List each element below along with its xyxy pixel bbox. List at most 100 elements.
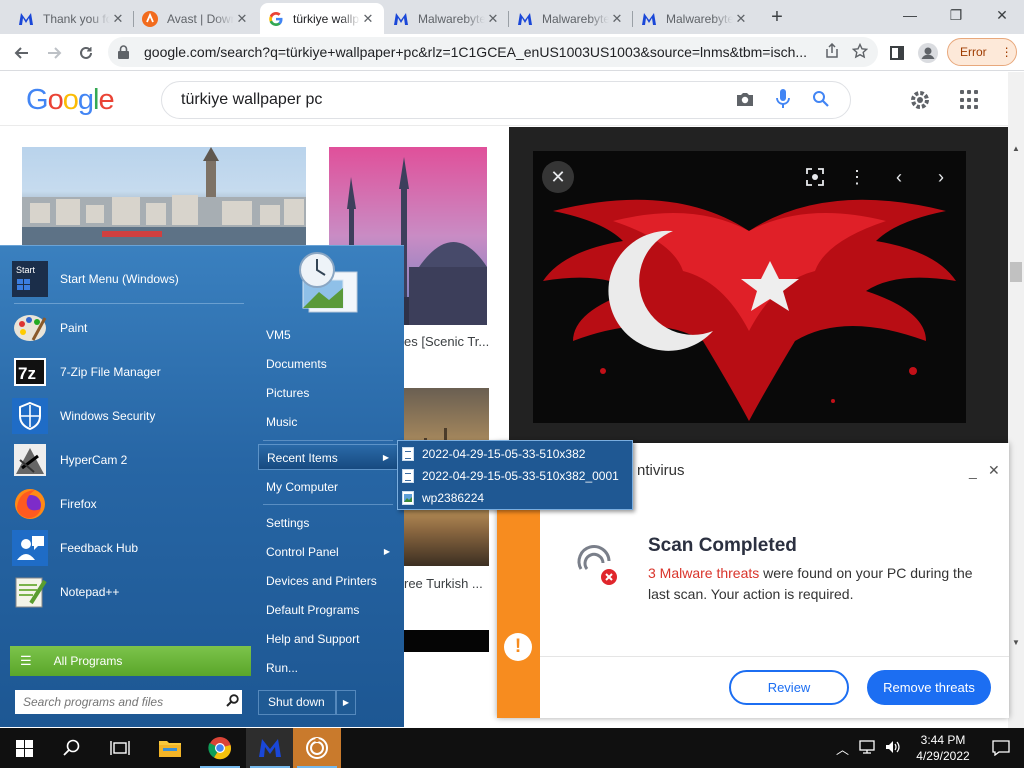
start-search-box[interactable]: [15, 690, 242, 714]
all-programs-button[interactable]: ☰ All Programs: [10, 646, 251, 676]
user-folder-link[interactable]: VM5: [258, 322, 398, 348]
recent-item[interactable]: wp2386224: [402, 487, 630, 509]
popup-close-button[interactable]: ✕: [988, 462, 1000, 479]
side-panel-button[interactable]: [883, 39, 911, 67]
reload-button[interactable]: [72, 39, 100, 67]
start-search-input[interactable]: [23, 695, 222, 709]
notification-icon: [992, 740, 1010, 756]
program-windows-security[interactable]: Windows Security: [12, 396, 244, 436]
user-picture-icon[interactable]: [295, 250, 361, 316]
microphone-icon[interactable]: [776, 88, 790, 112]
7zip-icon: 7z: [12, 354, 48, 390]
submenu-arrow-icon: ▶: [383, 547, 390, 556]
malwarebytes-taskbar-button[interactable]: [246, 728, 294, 768]
browser-tab[interactable]: Malwarebytes ✕: [509, 3, 633, 34]
bookmark-star-icon[interactable]: [851, 42, 869, 62]
result-image[interactable]: [404, 630, 489, 652]
paint-icon: [12, 310, 48, 346]
antivirus-taskbar-button[interactable]: [293, 728, 341, 768]
review-button[interactable]: Review: [729, 670, 849, 705]
warning-icon: !: [504, 633, 532, 661]
browser-tab[interactable]: Malwarebytes ✕: [385, 3, 509, 34]
page-scrollbar[interactable]: ▲ ▼: [1008, 72, 1024, 728]
chrome-taskbar-button[interactable]: [196, 728, 244, 768]
error-menu-button[interactable]: Error ⋮: [947, 38, 1017, 66]
threat-count[interactable]: 3 Malware threats: [648, 565, 759, 581]
windows-start-button[interactable]: [0, 728, 48, 768]
program-paint[interactable]: Paint: [12, 308, 244, 348]
browser-tab[interactable]: Thank you for downloading ✕: [10, 3, 134, 34]
volume-icon[interactable]: [885, 740, 901, 757]
file-explorer-button[interactable]: [146, 728, 194, 768]
default-programs-link[interactable]: Default Programs: [258, 597, 398, 623]
browser-tab-active[interactable]: türkiye wallpaper pc ✕: [260, 3, 384, 34]
visual-search-button[interactable]: [799, 161, 831, 193]
search-icon[interactable]: [812, 90, 830, 111]
camera-icon[interactable]: [736, 91, 754, 110]
taskbar-clock[interactable]: 3:44 PM 4/29/2022: [908, 732, 978, 764]
close-tab-icon[interactable]: ✕: [609, 11, 625, 27]
program-7zip[interactable]: 7z 7-Zip File Manager: [12, 352, 244, 392]
result-caption[interactable]: ree Turkish ...: [404, 576, 489, 591]
close-window-button[interactable]: ✕: [988, 4, 1016, 28]
close-tab-icon[interactable]: ✕: [733, 11, 749, 27]
lock-icon[interactable]: [118, 45, 134, 59]
pictures-link[interactable]: Pictures: [258, 380, 398, 406]
profile-button[interactable]: [914, 39, 942, 67]
close-tab-icon[interactable]: ✕: [485, 11, 501, 27]
scrollbar-thumb[interactable]: [1010, 262, 1022, 282]
program-feedback-hub[interactable]: Feedback Hub: [12, 528, 244, 568]
devices-printers-link[interactable]: Devices and Printers: [258, 568, 398, 594]
search-icon[interactable]: [222, 694, 242, 710]
shut-down-button[interactable]: Shut down: [258, 690, 336, 715]
previous-image-button[interactable]: ‹: [883, 161, 915, 193]
avast-icon: [142, 10, 158, 27]
google-search-box[interactable]: [161, 81, 851, 119]
forward-button[interactable]: [40, 39, 68, 67]
music-link[interactable]: Music: [258, 409, 398, 435]
close-tab-icon[interactable]: ✕: [360, 11, 376, 27]
remove-threats-button[interactable]: Remove threats: [867, 670, 991, 705]
recent-item[interactable]: 2022-04-29-15-05-33-510x382: [402, 443, 630, 465]
restore-button[interactable]: ❐: [942, 4, 970, 28]
run-link[interactable]: Run...: [258, 655, 398, 681]
network-icon[interactable]: [859, 739, 875, 757]
program-firefox[interactable]: Firefox: [12, 484, 244, 524]
google-apps-icon[interactable]: [960, 90, 980, 110]
my-computer-link[interactable]: My Computer: [258, 474, 398, 500]
notification-center-button[interactable]: [978, 728, 1024, 768]
back-button[interactable]: [8, 39, 36, 67]
search-input[interactable]: [181, 91, 736, 109]
recent-item[interactable]: 2022-04-29-15-05-33-510x382_0001: [402, 465, 630, 487]
recent-items-link[interactable]: Recent Items ▶: [258, 444, 398, 470]
scroll-down-icon[interactable]: ▼: [1012, 638, 1020, 647]
popup-minimize-button[interactable]: _: [969, 463, 977, 479]
new-tab-button[interactable]: +: [765, 6, 789, 30]
gear-icon[interactable]: [908, 88, 932, 112]
google-logo[interactable]: Google: [26, 84, 115, 117]
program-start-menu-windows[interactable]: Start Start Menu (Windows): [12, 259, 244, 299]
browser-tab[interactable]: Malwarebytes ✕: [633, 3, 757, 34]
share-icon[interactable]: [824, 42, 840, 62]
taskbar-search-button[interactable]: [48, 728, 96, 768]
close-preview-button[interactable]: ✕: [542, 161, 574, 193]
close-tab-icon[interactable]: ✕: [110, 11, 126, 27]
scroll-up-icon[interactable]: ▲: [1012, 144, 1020, 153]
task-view-button[interactable]: [96, 728, 144, 768]
next-image-button[interactable]: ›: [925, 161, 957, 193]
program-hypercam[interactable]: HyperCam 2: [12, 440, 244, 480]
result-image-istanbul[interactable]: [22, 147, 306, 245]
browser-tab[interactable]: Avast | Download ✕: [134, 3, 258, 34]
minimize-button[interactable]: —: [896, 4, 924, 28]
settings-link[interactable]: Settings: [258, 510, 398, 536]
chevron-up-icon[interactable]: ︿: [836, 739, 849, 758]
control-panel-link[interactable]: Control Panel ▶: [258, 539, 398, 565]
more-options-button[interactable]: ⋮: [841, 161, 873, 193]
program-notepadpp[interactable]: Notepad++: [12, 572, 244, 612]
help-support-link[interactable]: Help and Support: [258, 626, 398, 652]
result-caption[interactable]: es [Scenic Tr...: [404, 334, 489, 349]
documents-link[interactable]: Documents: [258, 351, 398, 377]
address-bar[interactable]: google.com/search?q=türkiye+wallpaper+pc…: [108, 37, 878, 67]
close-tab-icon[interactable]: ✕: [234, 11, 250, 27]
shut-down-options-button[interactable]: ▶: [336, 690, 356, 715]
